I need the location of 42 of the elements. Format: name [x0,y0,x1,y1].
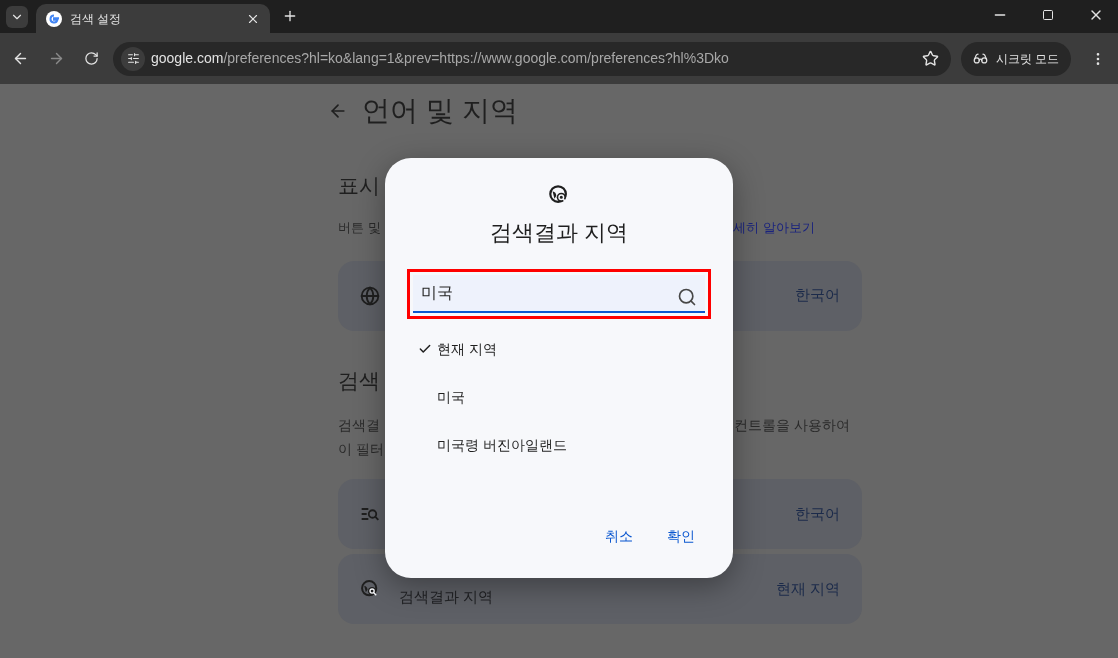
region-option[interactable]: 미국령 버진아일랜드 [418,421,733,469]
incognito-badge[interactable]: 시크릿 모드 [961,41,1072,76]
incognito-label: 시크릿 모드 [996,50,1060,68]
globe-search-icon [548,184,570,206]
option-label: 미국 [437,387,465,407]
section-heading: 검색 [338,367,380,394]
bookmark-star-icon[interactable] [922,50,939,67]
g-logo-icon [46,10,62,27]
region-option[interactable]: 미국 [418,373,733,421]
setting-label: 검색결과 지역 [399,588,494,604]
tab-title: 검색 설정 [70,10,122,28]
site-info-icon[interactable] [126,52,140,65]
option-label: 현재 지역 [437,339,497,359]
section-heading: 표시 [338,173,380,199]
setting-value: 한국어 [795,285,840,306]
page-title: 언어 및 지역 [362,94,518,128]
address-bar[interactable]: google.com/preferences?hl=ko&lang=1&prev=https://www.google.com/preferences?hl%3Dko [113,41,951,76]
tab-list-button[interactable] [6,6,28,28]
back-icon[interactable] [12,50,29,67]
description-text: 이 필터 [338,440,384,459]
globe-search-icon [360,579,380,599]
reload-icon[interactable] [84,51,99,66]
globe-icon [360,285,380,306]
incognito-icon [973,51,988,66]
description-text: 컨트롤을 사용하여 [734,416,850,435]
setting-value: 현재 지역 [775,578,840,599]
browser-tab[interactable]: 검색 설정 [36,4,270,33]
dialog-button[interactable]: 취소 [593,520,645,552]
dialog-title: 검색결과 지역 [489,219,629,247]
search-field[interactable]: 미국 [413,275,705,313]
search-icon [677,287,697,307]
section-description: 버튼 및 [338,218,381,236]
forward-icon[interactable] [48,50,65,67]
new-tab-icon[interactable] [282,8,298,24]
url-text: google.com/preferences?hl=ko&lang=1&prev=https://www.google.com/preferences?hl%3Dko [151,49,729,68]
setting-value: 한국어 [795,503,840,524]
maximize-icon[interactable] [1042,9,1054,21]
region-option[interactable]: 현재 지역 [418,325,733,373]
check-icon [418,342,432,356]
description-text: 검색결 [338,416,380,435]
dialog-button[interactable]: 확인 [655,520,707,552]
option-label: 미국령 버진아일랜드 [437,435,567,455]
